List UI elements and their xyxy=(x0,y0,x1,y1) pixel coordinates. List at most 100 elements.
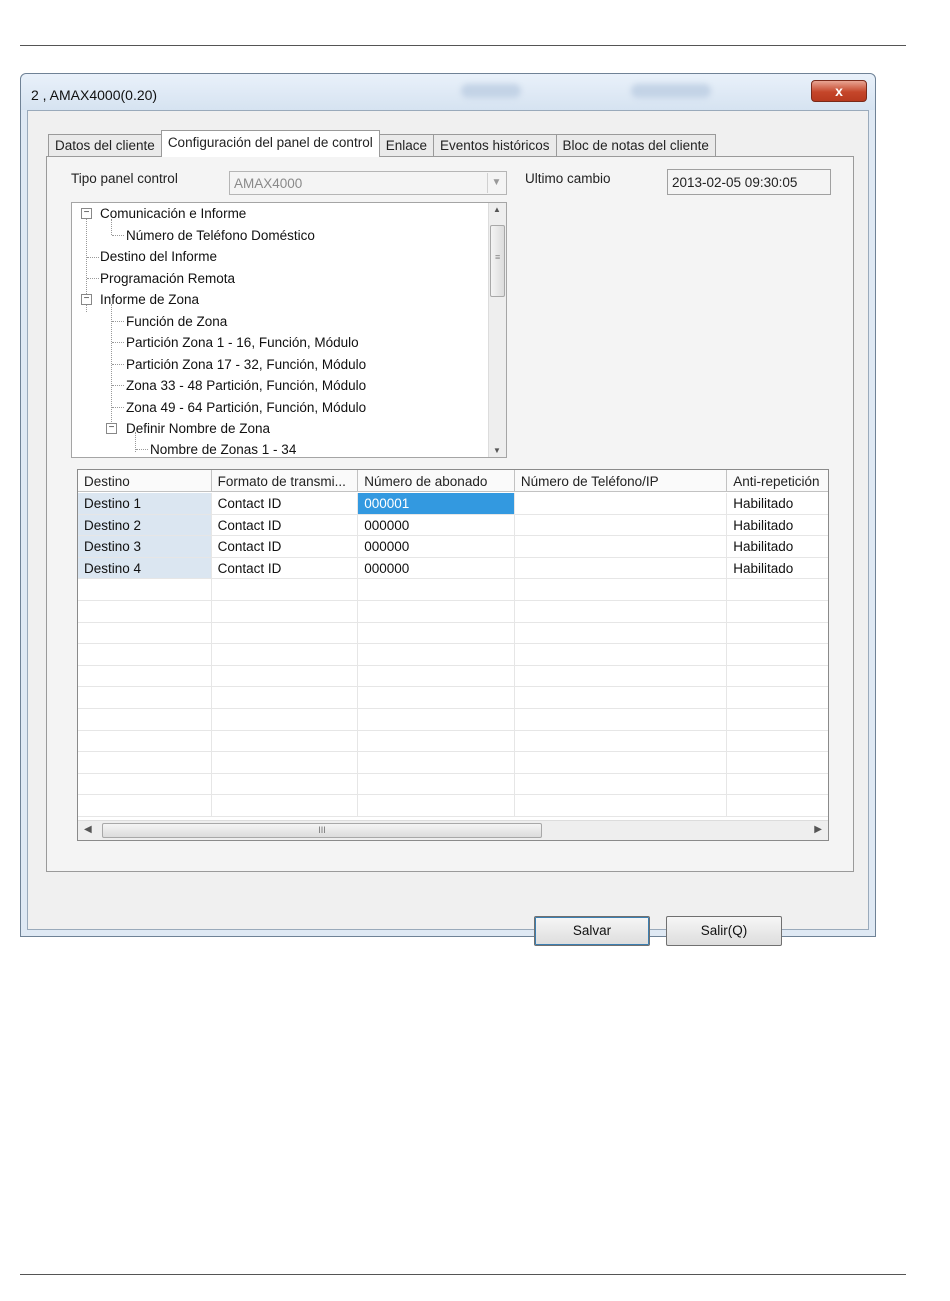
table-row[interactable] xyxy=(78,687,828,709)
table-cell[interactable] xyxy=(515,600,728,622)
table-cell[interactable] xyxy=(78,600,212,622)
arrow-right-icon[interactable]: ▶ xyxy=(814,824,822,835)
tab-configuracion-panel[interactable]: Configuración del panel de control xyxy=(160,130,380,157)
table-row[interactable] xyxy=(78,752,828,774)
table-cell[interactable]: 000000 xyxy=(358,514,515,536)
table-row[interactable] xyxy=(78,600,828,623)
tree-item-zona-33-48[interactable]: Zona 33 - 48 Partición, Función, Módulo xyxy=(126,378,366,394)
table-cell[interactable]: Destino 3 xyxy=(78,536,212,557)
table-cell[interactable]: Contact ID xyxy=(212,514,359,536)
tab-enlace[interactable]: Enlace xyxy=(378,134,434,157)
collapse-icon[interactable]: − xyxy=(81,294,92,305)
table-cell[interactable] xyxy=(515,708,728,730)
table-row[interactable] xyxy=(78,708,828,731)
table-cell[interactable] xyxy=(358,644,515,665)
table-cell[interactable] xyxy=(515,493,728,514)
collapse-icon[interactable]: − xyxy=(106,423,117,434)
table-cell[interactable] xyxy=(212,600,359,622)
table-cell[interactable]: 000000 xyxy=(358,557,515,579)
table-cell[interactable]: Habilitado xyxy=(727,558,828,579)
table-cell[interactable] xyxy=(515,752,728,773)
tab-datos-cliente[interactable]: Datos del cliente xyxy=(48,134,162,157)
table-row[interactable] xyxy=(78,622,828,645)
table-cell[interactable]: Destino 1 xyxy=(78,493,212,514)
table-cell[interactable] xyxy=(212,687,359,708)
table-row[interactable] xyxy=(78,730,828,753)
tab-bloc-notas[interactable]: Bloc de notas del cliente xyxy=(555,134,716,157)
table-cell[interactable]: Habilitado xyxy=(727,515,828,536)
collapse-icon[interactable]: − xyxy=(81,208,92,219)
table-cell[interactable] xyxy=(515,795,728,816)
table-cell[interactable] xyxy=(358,622,515,644)
table-row[interactable] xyxy=(78,644,828,666)
title-bar[interactable]: 2 , AMAX4000(0.20) x xyxy=(21,74,875,110)
column-header-anti-repeticion[interactable]: Anti-repetición xyxy=(727,470,828,492)
tree-item-destino-informe[interactable]: Destino del Informe xyxy=(100,249,217,265)
table-row[interactable]: Destino 2 Contact ID 000000 Habilitado xyxy=(78,514,828,537)
table-cell[interactable] xyxy=(727,644,828,665)
save-button[interactable]: Salvar xyxy=(534,916,650,946)
table-cell[interactable] xyxy=(515,579,728,600)
table-cell[interactable] xyxy=(727,774,828,795)
destination-grid[interactable]: Destino Formato de transmi... Número de … xyxy=(77,469,829,841)
table-cell[interactable]: 000001 xyxy=(358,493,515,514)
table-cell[interactable] xyxy=(78,579,212,600)
table-cell[interactable] xyxy=(78,795,212,816)
table-cell[interactable]: 000000 xyxy=(358,536,515,557)
table-cell[interactable] xyxy=(212,644,359,665)
arrow-left-icon[interactable]: ◀ xyxy=(84,824,92,835)
table-cell[interactable] xyxy=(212,708,359,730)
table-cell[interactable] xyxy=(515,536,728,557)
arrow-down-icon[interactable]: ▼ xyxy=(493,446,501,455)
table-cell[interactable] xyxy=(358,752,515,773)
table-cell[interactable] xyxy=(358,708,515,730)
table-cell[interactable]: Habilitado xyxy=(727,536,828,557)
table-cell[interactable] xyxy=(515,687,728,708)
table-cell[interactable] xyxy=(212,752,359,773)
table-cell[interactable] xyxy=(515,622,728,644)
tree-vertical-scrollbar[interactable]: ▲ ≡ ▼ xyxy=(488,203,506,457)
close-button[interactable]: x xyxy=(811,80,867,102)
table-cell[interactable] xyxy=(515,773,728,795)
table-cell[interactable] xyxy=(358,665,515,687)
table-cell[interactable]: Contact ID xyxy=(212,557,359,579)
column-header-formato[interactable]: Formato de transmi... xyxy=(212,470,359,492)
tree-item-particion-17-32[interactable]: Partición Zona 17 - 32, Función, Módulo xyxy=(126,357,366,373)
table-cell[interactable]: Destino 2 xyxy=(78,514,212,536)
table-cell[interactable] xyxy=(727,579,828,600)
table-cell[interactable]: Contact ID xyxy=(212,493,359,514)
table-cell[interactable] xyxy=(212,622,359,644)
table-row[interactable]: Destino 4 Contact ID 000000 Habilitado xyxy=(78,557,828,580)
table-cell[interactable] xyxy=(78,773,212,795)
table-cell[interactable]: Habilitado xyxy=(727,493,828,514)
config-tree[interactable]: − Comunicación e Informe Número de Teléf… xyxy=(71,202,507,458)
table-cell[interactable] xyxy=(78,622,212,644)
table-cell[interactable] xyxy=(212,665,359,687)
table-row[interactable] xyxy=(78,665,828,688)
table-cell[interactable]: Contact ID xyxy=(212,536,359,557)
table-cell[interactable] xyxy=(78,730,212,752)
tree-item-zona-49-64[interactable]: Zona 49 - 64 Partición, Función, Módulo xyxy=(126,400,366,416)
tab-eventos-historicos[interactable]: Eventos históricos xyxy=(432,134,557,157)
table-row[interactable]: Destino 3 Contact ID 000000 Habilitado xyxy=(78,536,828,558)
table-cell[interactable] xyxy=(358,600,515,622)
table-cell[interactable] xyxy=(727,752,828,773)
table-cell[interactable] xyxy=(358,579,515,600)
tree-item-nombre-zonas-1-34[interactable]: Nombre de Zonas 1 - 34 xyxy=(150,442,296,457)
table-cell[interactable] xyxy=(212,773,359,795)
column-header-numero-abonado[interactable]: Número de abonado xyxy=(358,470,515,492)
table-cell[interactable] xyxy=(358,773,515,795)
panel-type-select[interactable]: AMAX4000 ▼ xyxy=(229,171,507,195)
tree-item-particion-1-16[interactable]: Partición Zona 1 - 16, Función, Módulo xyxy=(126,335,359,351)
scrollbar-thumb[interactable]: ≡ xyxy=(490,225,505,297)
table-cell[interactable] xyxy=(78,687,212,708)
arrow-up-icon[interactable]: ▲ xyxy=(493,205,501,214)
tree-item-comunicacion[interactable]: Comunicación e Informe xyxy=(100,206,246,222)
tree-item-definir-nombre-zona[interactable]: Definir Nombre de Zona xyxy=(126,421,270,437)
table-cell[interactable]: Destino 4 xyxy=(78,557,212,579)
tree-item-funcion-zona[interactable]: Función de Zona xyxy=(126,314,227,330)
table-cell[interactable] xyxy=(727,666,828,687)
table-cell[interactable] xyxy=(78,752,212,773)
table-cell[interactable] xyxy=(358,730,515,752)
table-cell[interactable] xyxy=(515,730,728,752)
